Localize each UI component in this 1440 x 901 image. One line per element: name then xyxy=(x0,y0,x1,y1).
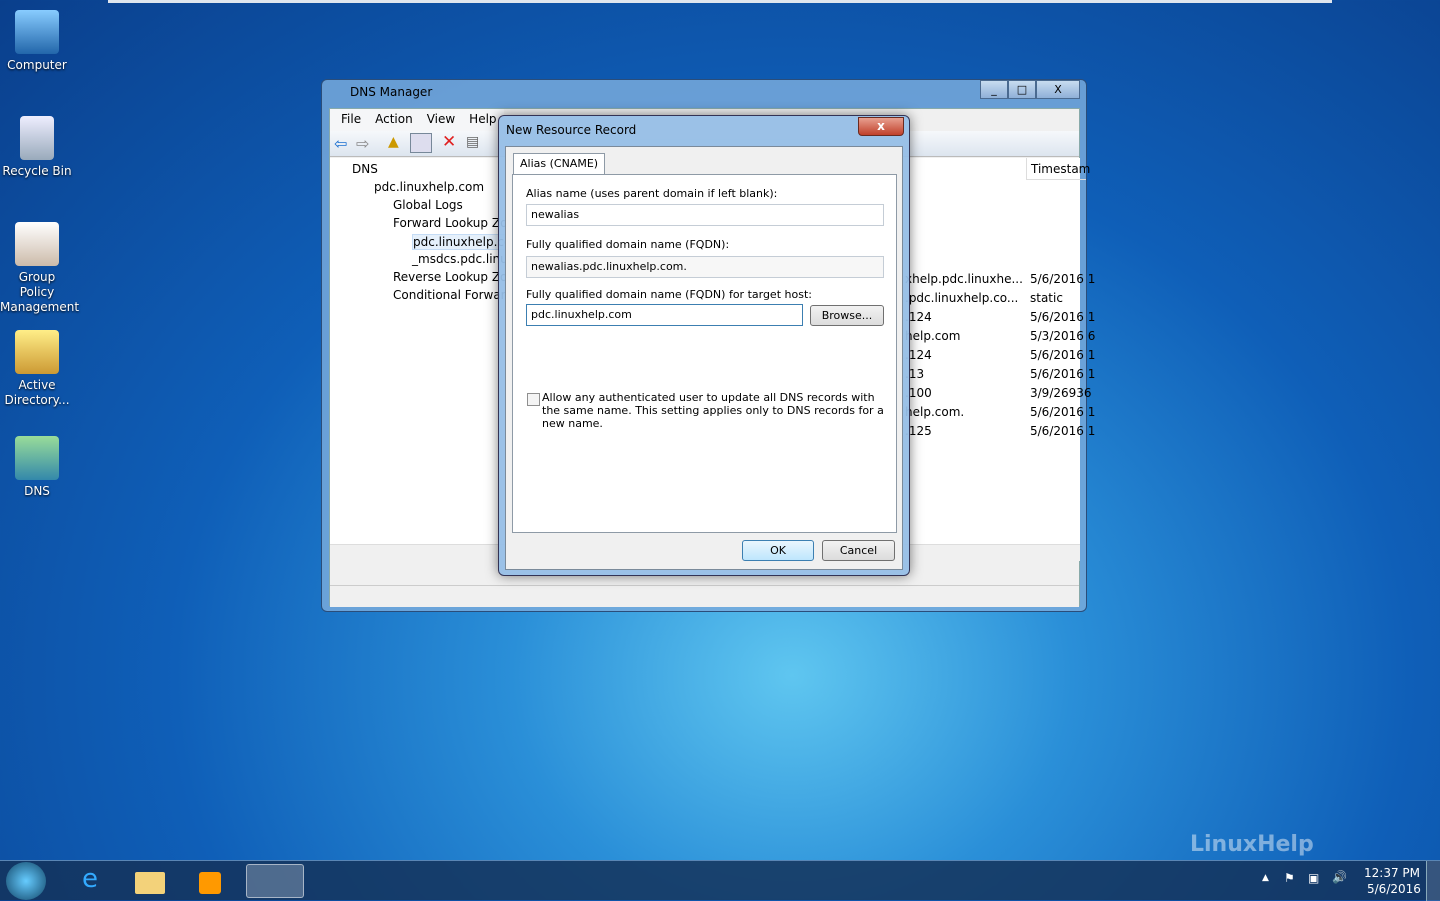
console-tree: DNS pdc.linuxhelp.com Global Logs Forwar… xyxy=(330,158,513,558)
clock-date[interactable]: 5/6/2016 xyxy=(1367,882,1421,896)
show-hide-tree-icon[interactable] xyxy=(410,133,432,153)
watermark-logo: LinuxHelp xyxy=(1190,832,1314,857)
tree-node-server[interactable]: pdc.linuxhelp.com xyxy=(374,180,484,194)
active-directory-icon xyxy=(15,330,59,374)
dns-icon xyxy=(15,436,59,480)
tree-node-dns[interactable]: DNS xyxy=(352,162,378,176)
top-window-edge xyxy=(108,0,1332,3)
status-bar xyxy=(330,585,1079,607)
taskbar: e ▲ ⚑ ▣ 🔊 12:37 PM 5/6/2016 xyxy=(0,860,1440,901)
record-row-timestamp[interactable]: static xyxy=(1030,291,1063,305)
checkbox-label: Allow any authenticated user to update a… xyxy=(542,391,884,430)
desktop-icon-dns[interactable]: DNS xyxy=(0,436,74,499)
tab-panel: Alias name (uses parent domain if left b… xyxy=(512,174,897,533)
computer-icon xyxy=(15,10,59,54)
target-host-input[interactable]: pdc.linuxhelp.com xyxy=(526,304,803,326)
tree-node-global-logs[interactable]: Global Logs xyxy=(393,198,463,212)
network-icon[interactable]: ▣ xyxy=(1308,871,1319,885)
browse-button[interactable]: Browse... xyxy=(810,305,884,326)
record-row-data[interactable]: .pdc.linuxhelp.co... xyxy=(905,291,1018,305)
action-center-icon[interactable]: ⚑ xyxy=(1284,871,1295,885)
file-explorer-icon[interactable] xyxy=(124,864,176,898)
tree-node-conditional-forwarders[interactable]: Conditional Forward xyxy=(393,288,513,302)
icon-label: Computer xyxy=(7,58,67,72)
show-desktop-button[interactable] xyxy=(1426,861,1440,901)
clock-time[interactable]: 12:37 PM xyxy=(1364,866,1420,880)
window-title: DNS Manager xyxy=(350,85,433,99)
alias-name-input[interactable]: newalias xyxy=(526,204,884,226)
fqdn-input[interactable]: newalias.pdc.linuxhelp.com. xyxy=(526,256,884,278)
allow-update-checkbox[interactable] xyxy=(527,393,540,406)
record-row-data[interactable]: xhelp.pdc.linuxhe... xyxy=(905,272,1023,286)
target-label: Fully qualified domain name (FQDN) for t… xyxy=(526,288,812,301)
record-row-timestamp[interactable]: 5/6/2016 1 xyxy=(1030,348,1095,362)
tree-node-forward-lookup[interactable]: Forward Lookup Zo xyxy=(393,216,507,230)
record-row-timestamp[interactable]: 3/9/26936 xyxy=(1030,386,1092,400)
properties-icon[interactable]: ▤ xyxy=(466,134,479,150)
desktop-icon-recycle-bin[interactable]: Recycle Bin xyxy=(0,116,74,179)
ok-button[interactable]: OK xyxy=(742,540,814,561)
cancel-button[interactable]: Cancel xyxy=(822,540,895,561)
dialog-close-button[interactable]: x xyxy=(858,117,904,136)
record-row-data[interactable]: help.com. xyxy=(905,405,964,419)
icon-label: DNS xyxy=(24,484,50,498)
minimize-button[interactable]: _ xyxy=(980,80,1008,99)
window-controls: _ □ X xyxy=(980,80,1080,99)
menu-view[interactable]: View xyxy=(420,109,462,131)
menu-file[interactable]: File xyxy=(334,109,368,131)
up-folder-icon[interactable]: ▲ xyxy=(388,134,399,150)
record-row-timestamp[interactable]: 5/3/2016 6 xyxy=(1030,329,1095,343)
desktop-icon-group-policy[interactable]: Group Policy Management xyxy=(0,222,79,315)
alias-label: Alias name (uses parent domain if left b… xyxy=(526,187,778,200)
volume-icon[interactable]: 🔊 xyxy=(1332,870,1347,884)
desktop-icon-computer[interactable]: Computer xyxy=(0,10,74,73)
forward-icon[interactable]: ⇨ xyxy=(356,134,369,153)
records-list: Timestam xhelp.pdc.linuxhe... 5/6/2016 1.… xyxy=(905,158,1095,558)
back-icon[interactable]: ⇦ xyxy=(334,134,347,153)
internet-explorer-icon[interactable]: e xyxy=(64,864,116,898)
record-row-timestamp[interactable]: 5/6/2016 1 xyxy=(1030,405,1095,419)
fqdn-label: Fully qualified domain name (FQDN): xyxy=(526,238,730,251)
menu-action[interactable]: Action xyxy=(368,109,420,131)
show-hidden-icons-icon[interactable]: ▲ xyxy=(1262,873,1269,883)
record-row-data[interactable]: help.com xyxy=(905,329,960,343)
record-row-timestamp[interactable]: 5/6/2016 1 xyxy=(1030,272,1095,286)
taskbar-dns-manager[interactable] xyxy=(246,864,304,898)
tree-node-reverse-lookup[interactable]: Reverse Lookup Zo xyxy=(393,270,507,284)
icon-label: Recycle Bin xyxy=(2,164,72,178)
dialog-body: Alias (CNAME) Alias name (uses parent do… xyxy=(505,146,903,570)
recycle-bin-icon xyxy=(20,116,54,160)
tree-node-msdcs[interactable]: _msdcs.pdc.linu xyxy=(412,252,508,266)
record-row-timestamp[interactable]: 5/6/2016 1 xyxy=(1030,367,1095,381)
tab-alias-cname[interactable]: Alias (CNAME) xyxy=(513,153,606,175)
new-resource-record-dialog: New Resource Record x Alias (CNAME) Alia… xyxy=(498,115,910,576)
menu-bar: File Action View Help xyxy=(330,109,504,131)
record-row-timestamp[interactable]: 5/6/2016 1 xyxy=(1030,424,1095,438)
media-player-icon[interactable] xyxy=(184,864,236,898)
start-button[interactable] xyxy=(6,862,46,900)
group-policy-icon xyxy=(15,222,59,266)
desktop-icon-active-directory[interactable]: Active Directory... xyxy=(0,330,74,408)
icon-label: Group Policy Management xyxy=(0,270,80,314)
delete-icon[interactable]: ✕ xyxy=(442,132,456,152)
icon-label: Active Directory... xyxy=(4,378,70,407)
maximize-button[interactable]: □ xyxy=(1008,80,1036,99)
column-header-timestamp[interactable]: Timestam xyxy=(1026,158,1090,180)
dialog-title: New Resource Record xyxy=(506,123,637,137)
record-row-timestamp[interactable]: 5/6/2016 1 xyxy=(1030,310,1095,324)
close-button[interactable]: X xyxy=(1036,80,1080,99)
